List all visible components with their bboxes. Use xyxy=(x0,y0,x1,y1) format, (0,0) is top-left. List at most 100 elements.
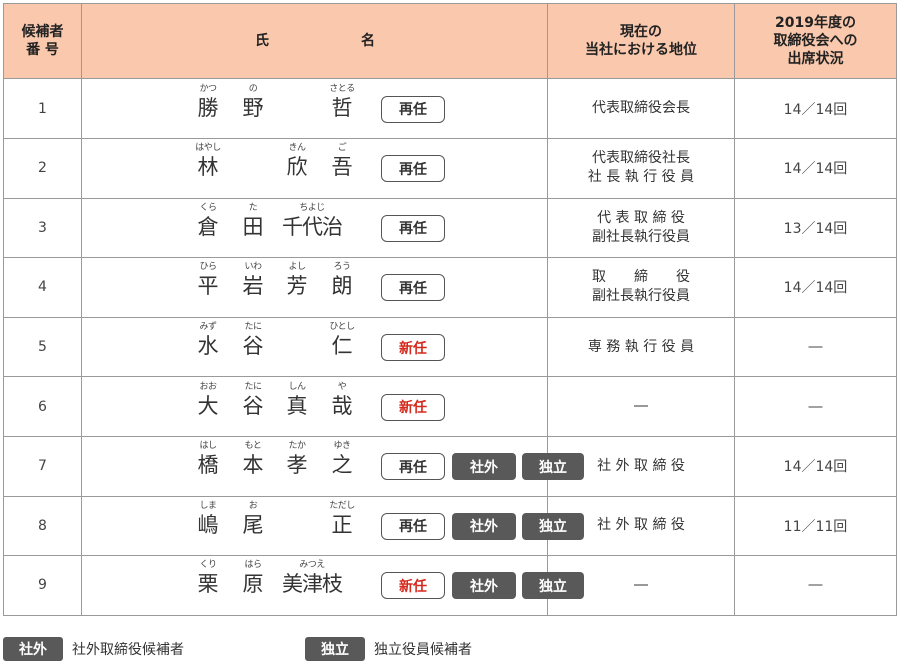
new-appointment-badge: 新任 xyxy=(381,334,445,362)
furigana: はやし xyxy=(195,143,221,154)
legend-independent-text: 独立役員候補者 xyxy=(374,642,472,658)
furigana: さとる xyxy=(329,83,355,94)
candidate-name-cell: はやし林きん欣ご吾再任 xyxy=(81,138,548,199)
kanji: 林 xyxy=(197,155,219,180)
kanji: 正 xyxy=(331,512,353,537)
current-position: 代 表 取 締 役副社長執行役員 xyxy=(547,197,735,259)
name-character: いわ岩 xyxy=(239,262,267,299)
position-line: 副社長執行役員 xyxy=(592,288,690,305)
candidate-name-cell: ひら平いわ岩よし芳ろう朗再任 xyxy=(81,257,548,318)
header-name-given: 名 xyxy=(361,33,375,49)
reappointment-badge: 再任 xyxy=(381,274,445,302)
candidate-number: 2 xyxy=(3,138,82,199)
furigana: たか xyxy=(288,441,306,452)
candidate-name-cell: おお大たに谷しん真や哉新任 xyxy=(81,376,548,437)
independent-badge: 独立 xyxy=(522,453,584,481)
position-line: 代表取締役社長 xyxy=(592,150,690,167)
candidate-number: 5 xyxy=(3,316,82,378)
furigana: ひとし xyxy=(329,322,355,333)
board-attendance: ― xyxy=(734,376,897,437)
header-attendance-line3: 出席状況 xyxy=(787,51,844,67)
furigana: ゆき xyxy=(333,441,351,452)
kanji: 原 xyxy=(242,572,264,597)
reappointment-badge: 再任 xyxy=(381,512,445,540)
candidate-number: 8 xyxy=(3,495,82,557)
name-character: の野 xyxy=(239,84,267,121)
name-character: ひら平 xyxy=(194,262,222,299)
kanji: 美津枝 xyxy=(282,572,343,597)
kanji: 平 xyxy=(197,274,219,299)
reappointment-badge: 再任 xyxy=(381,453,445,481)
candidate-name: ひら平いわ岩よし芳ろう朗再任 xyxy=(82,258,547,316)
kanji: 水 xyxy=(197,334,219,359)
name-character: ひとし仁 xyxy=(328,322,356,359)
reappointment-badge: 再任 xyxy=(381,155,445,183)
name-character: かつ勝 xyxy=(194,84,222,121)
board-attendance: 14／14回 xyxy=(734,257,897,318)
kanji: 之 xyxy=(331,453,353,478)
name-character: たか孝 xyxy=(283,441,311,478)
candidate-name: かつ勝の野 さとる哲 再任 xyxy=(82,80,547,138)
furigana: もと xyxy=(244,441,262,452)
kanji: 仁 xyxy=(331,334,353,359)
legend-independent: 独立 独立役員候補者 xyxy=(305,637,472,661)
kanji: 哲 xyxy=(331,95,353,120)
board-attendance: 13／14回 xyxy=(734,197,897,259)
furigana: きん xyxy=(288,143,306,154)
name-character: ろう朗 xyxy=(328,262,356,299)
kanji: 朗 xyxy=(331,274,353,299)
current-position: 代表取締役会長 xyxy=(547,78,735,139)
current-position: 代表取締役社長社 長 執 行 役 員 xyxy=(547,138,735,199)
current-position: ― xyxy=(547,376,735,437)
furigana: の xyxy=(248,83,258,94)
candidate-number: 6 xyxy=(3,376,82,437)
position-line: 副社長執行役員 xyxy=(592,228,690,245)
name-character: もと本 xyxy=(239,441,267,478)
candidate-name-cell: くら倉た田ちよじ 千代治 再任 xyxy=(81,197,548,259)
header-name: 氏 名 xyxy=(81,3,548,79)
new-appointment-badge: 新任 xyxy=(381,393,445,421)
kanji: 田 xyxy=(242,214,264,239)
table-row: 4 ひら平いわ岩よし芳ろう朗再任取 締 役副社長執行役員 14／14回 xyxy=(3,257,897,318)
candidate-name: くら倉た田ちよじ 千代治 再任 xyxy=(82,199,547,257)
name-character: ちよじ 千代治 xyxy=(279,203,345,240)
independent-badge: 独立 xyxy=(522,572,584,600)
header-attendance-line1: 2019年度の xyxy=(775,15,856,31)
candidate-name-cell: かつ勝の野 さとる哲 再任 xyxy=(81,78,548,139)
kanji: 吾 xyxy=(331,155,353,180)
candidate-number: 1 xyxy=(3,78,82,139)
furigana: おお xyxy=(199,381,217,392)
name-character: みず水 xyxy=(194,322,222,359)
table-row: 9 くり栗はら原みつえ 美津枝 新任 社外 独立 ― ― xyxy=(3,555,897,616)
kanji: 岩 xyxy=(242,274,264,299)
candidate-name-cell: はし橋もと本たか孝ゆき之再任 社外 独立 xyxy=(81,435,584,497)
reappointment-badge: 再任 xyxy=(381,95,445,123)
position-line: 専 務 執 行 役 員 xyxy=(587,338,695,355)
candidate-name-cell: みず水たに谷ひとし仁新任 xyxy=(81,316,548,378)
new-appointment-badge: 新任 xyxy=(381,572,445,600)
table-row: 1 かつ勝の野さとる哲再任 代表取締役会長 14／14回 xyxy=(3,78,897,139)
name-character: しま嶋 xyxy=(194,501,222,538)
reappointment-badge: 再任 xyxy=(381,214,445,242)
name-character: くり栗 xyxy=(194,560,222,597)
table-row: 8 しま嶋お尾ただし正再任 社外 独立社 外 取 締 役 11／11回 xyxy=(3,495,897,557)
name-character: た田 xyxy=(239,203,267,240)
furigana: みず xyxy=(199,322,217,333)
header-attendance-line2: 取締役会への xyxy=(773,33,858,49)
board-attendance: 14／14回 xyxy=(734,138,897,199)
name-character: はら原 xyxy=(239,560,267,597)
furigana: たに xyxy=(244,322,262,333)
kanji: 勝 xyxy=(197,95,219,120)
board-attendance: 14／14回 xyxy=(734,435,897,497)
furigana: くら xyxy=(199,202,217,213)
name-character: ご吾 xyxy=(328,143,356,180)
name-character: ただし正 xyxy=(328,501,356,538)
current-position: 専 務 執 行 役 員 xyxy=(547,316,735,378)
name-character: しん真 xyxy=(283,382,311,419)
outside-director-badge: 社外 xyxy=(452,512,516,540)
header-no-line2: 番 号 xyxy=(26,42,59,58)
position-line: 代 表 取 締 役 xyxy=(597,209,685,226)
candidate-name: みず水たに谷ひとし仁新任 xyxy=(82,318,547,376)
kanji: 芳 xyxy=(286,274,308,299)
furigana: くり xyxy=(199,560,217,571)
